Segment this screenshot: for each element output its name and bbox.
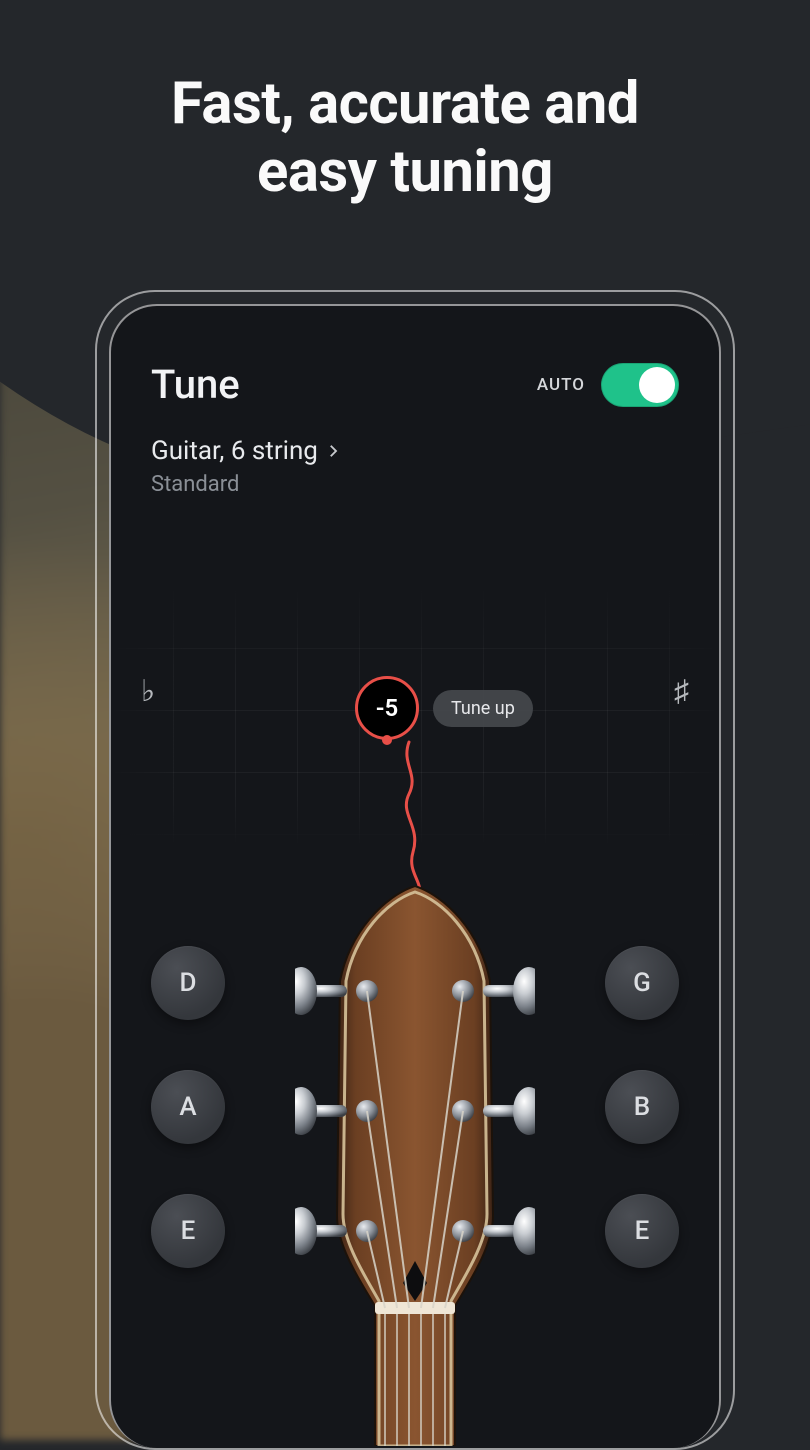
toggle-knob: [639, 367, 675, 403]
tuning-hint: Tune up: [433, 690, 533, 727]
page-title: Tune: [151, 361, 240, 408]
instrument-selector[interactable]: Guitar, 6 string Standard: [111, 424, 719, 497]
headline-line-2: easy tuning: [0, 138, 810, 206]
string-button-a[interactable]: A: [151, 1070, 225, 1144]
cents-value: -5: [376, 694, 399, 722]
auto-label: AUTO: [537, 375, 585, 395]
auto-toggle-group: AUTO: [537, 363, 679, 407]
flat-icon: ♭: [141, 674, 155, 709]
headline-line-1: Fast, accurate and: [0, 70, 810, 138]
tuning-name: Standard: [151, 472, 679, 497]
app-header: Tune AUTO: [111, 306, 719, 424]
phone-screen: Tune AUTO Guitar, 6 string Standard ♭ ♯: [109, 304, 721, 1448]
indicator-wire: [379, 734, 439, 894]
guitar-headstock: [295, 886, 535, 1446]
auto-toggle[interactable]: [601, 363, 679, 407]
sharp-icon: ♯: [674, 674, 689, 709]
tuner-area: ♭ ♯ -5 Tune up: [111, 586, 719, 1448]
chevron-right-icon: [324, 442, 342, 460]
phone-frame-outer: Tune AUTO Guitar, 6 string Standard ♭ ♯: [95, 290, 735, 1450]
instrument-name: Guitar, 6 string: [151, 436, 318, 466]
cents-indicator: -5 Tune up: [355, 676, 419, 740]
instrument-row: Guitar, 6 string: [151, 436, 679, 466]
string-button-e-high[interactable]: E: [605, 1194, 679, 1268]
string-button-g[interactable]: G: [605, 946, 679, 1020]
marketing-headline: Fast, accurate and easy tuning: [0, 70, 810, 207]
string-buttons-left: D A E: [151, 946, 225, 1268]
string-button-d[interactable]: D: [151, 946, 225, 1020]
string-button-b[interactable]: B: [605, 1070, 679, 1144]
string-buttons-right: G B E: [605, 946, 679, 1268]
guitar-zone: D A E G B E: [111, 886, 719, 1448]
cents-ring: -5: [355, 676, 419, 740]
string-button-e-low[interactable]: E: [151, 1194, 225, 1268]
